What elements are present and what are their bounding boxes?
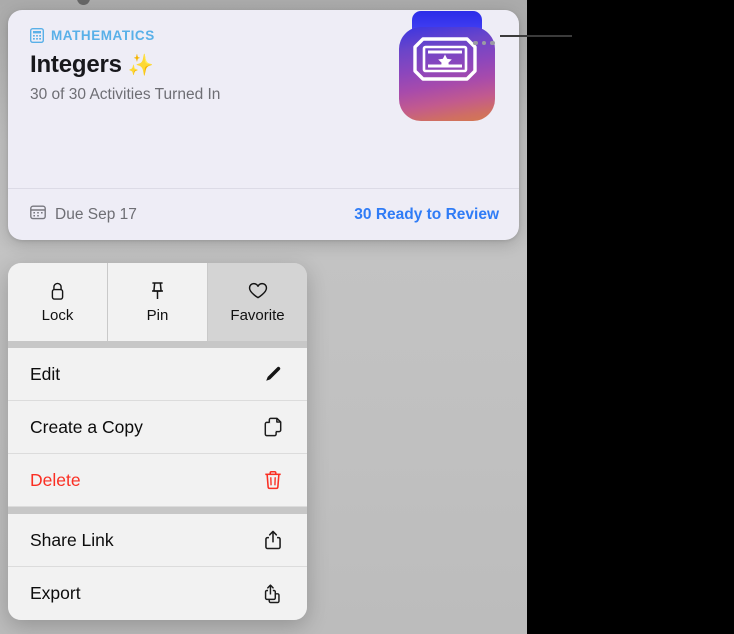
due-date-group: Due Sep 17 xyxy=(30,204,137,225)
menu-item-create-a-copy[interactable]: Create a Copy xyxy=(8,401,307,454)
ticket-badge-app-icon xyxy=(397,11,497,121)
ellipsis-dot-1 xyxy=(473,40,478,46)
menu-item-delete[interactable]: Delete xyxy=(8,454,307,507)
pencil-icon xyxy=(261,362,285,386)
ellipsis-dot-2 xyxy=(481,40,487,46)
assignment-card[interactable]: MATHEMATICS Integers ✨ 30 of 30 Activiti… xyxy=(8,10,519,240)
assignment-title: Integers xyxy=(30,51,122,78)
menu-item-label: Delete xyxy=(30,469,81,490)
more-options-button[interactable] xyxy=(467,32,501,54)
trash-icon xyxy=(261,468,285,492)
quick-action-favorite[interactable]: Favorite xyxy=(208,263,307,341)
menu-group-divider xyxy=(8,341,307,348)
quick-action-pin[interactable]: Pin xyxy=(108,263,208,341)
quick-actions-row: Lock Pin Favorite xyxy=(8,263,307,341)
calculator-icon xyxy=(29,27,45,44)
pin-icon xyxy=(149,280,166,301)
calendar-icon xyxy=(30,204,46,225)
due-date-label: Due Sep 17 xyxy=(55,205,137,223)
context-menu: Lock Pin Favorite Edit Create a Copy Del… xyxy=(8,263,307,620)
menu-item-label: Edit xyxy=(30,363,61,384)
lock-icon xyxy=(49,280,66,301)
assignment-card-footer: Due Sep 17 30 Ready to Review xyxy=(8,188,519,240)
callout-leader-line xyxy=(500,35,572,37)
ellipsis-dot-3 xyxy=(490,40,495,46)
heart-icon xyxy=(248,280,268,301)
share-icon xyxy=(261,528,285,552)
subject-label: MATHEMATICS xyxy=(51,28,155,43)
quick-action-label: Lock xyxy=(41,307,74,324)
menu-item-label: Export xyxy=(30,583,81,603)
ready-to-review-link[interactable]: 30 Ready to Review xyxy=(354,206,499,224)
quick-action-lock[interactable]: Lock xyxy=(8,263,108,341)
menu-group-divider-2 xyxy=(8,507,307,514)
assignment-card-body: MATHEMATICS Integers ✨ 30 of 30 Activiti… xyxy=(8,10,519,188)
menu-item-edit[interactable]: Edit xyxy=(8,348,307,401)
menu-item-label: Create a Copy xyxy=(30,416,143,437)
quick-action-label: Pin xyxy=(146,307,169,324)
screen: MATHEMATICS Integers ✨ 30 of 30 Activiti… xyxy=(0,0,734,634)
export-icon xyxy=(261,582,285,606)
sparkles-emoji: ✨ xyxy=(127,54,154,77)
duplicate-icon xyxy=(261,415,285,439)
quick-action-label: Favorite xyxy=(230,307,285,324)
menu-item-export[interactable]: Export xyxy=(8,567,307,620)
menu-item-label: Share Link xyxy=(30,529,114,550)
menu-item-share-link[interactable]: Share Link xyxy=(8,514,307,567)
